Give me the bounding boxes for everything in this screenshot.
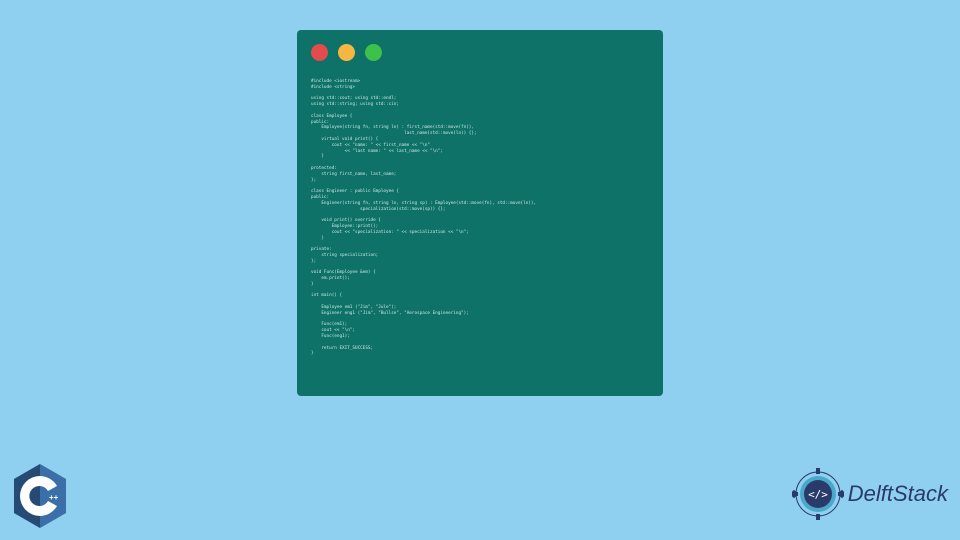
window-controls (311, 44, 649, 61)
svg-text:</>: </> (808, 488, 828, 501)
svg-text:++: ++ (49, 493, 59, 502)
window-close-dot (311, 44, 328, 61)
delftstack-gear-icon: </> (792, 468, 844, 520)
delftstack-logo: </> DelftStack (792, 468, 948, 520)
code-window: #include <iostream> #include <string> us… (297, 30, 663, 396)
window-minimize-dot (338, 44, 355, 61)
window-maximize-dot (365, 44, 382, 61)
delftstack-text: DelftStack (848, 481, 948, 507)
cpp-logo-icon: ++ (10, 462, 70, 530)
code-content: #include <iostream> #include <string> us… (311, 79, 649, 357)
